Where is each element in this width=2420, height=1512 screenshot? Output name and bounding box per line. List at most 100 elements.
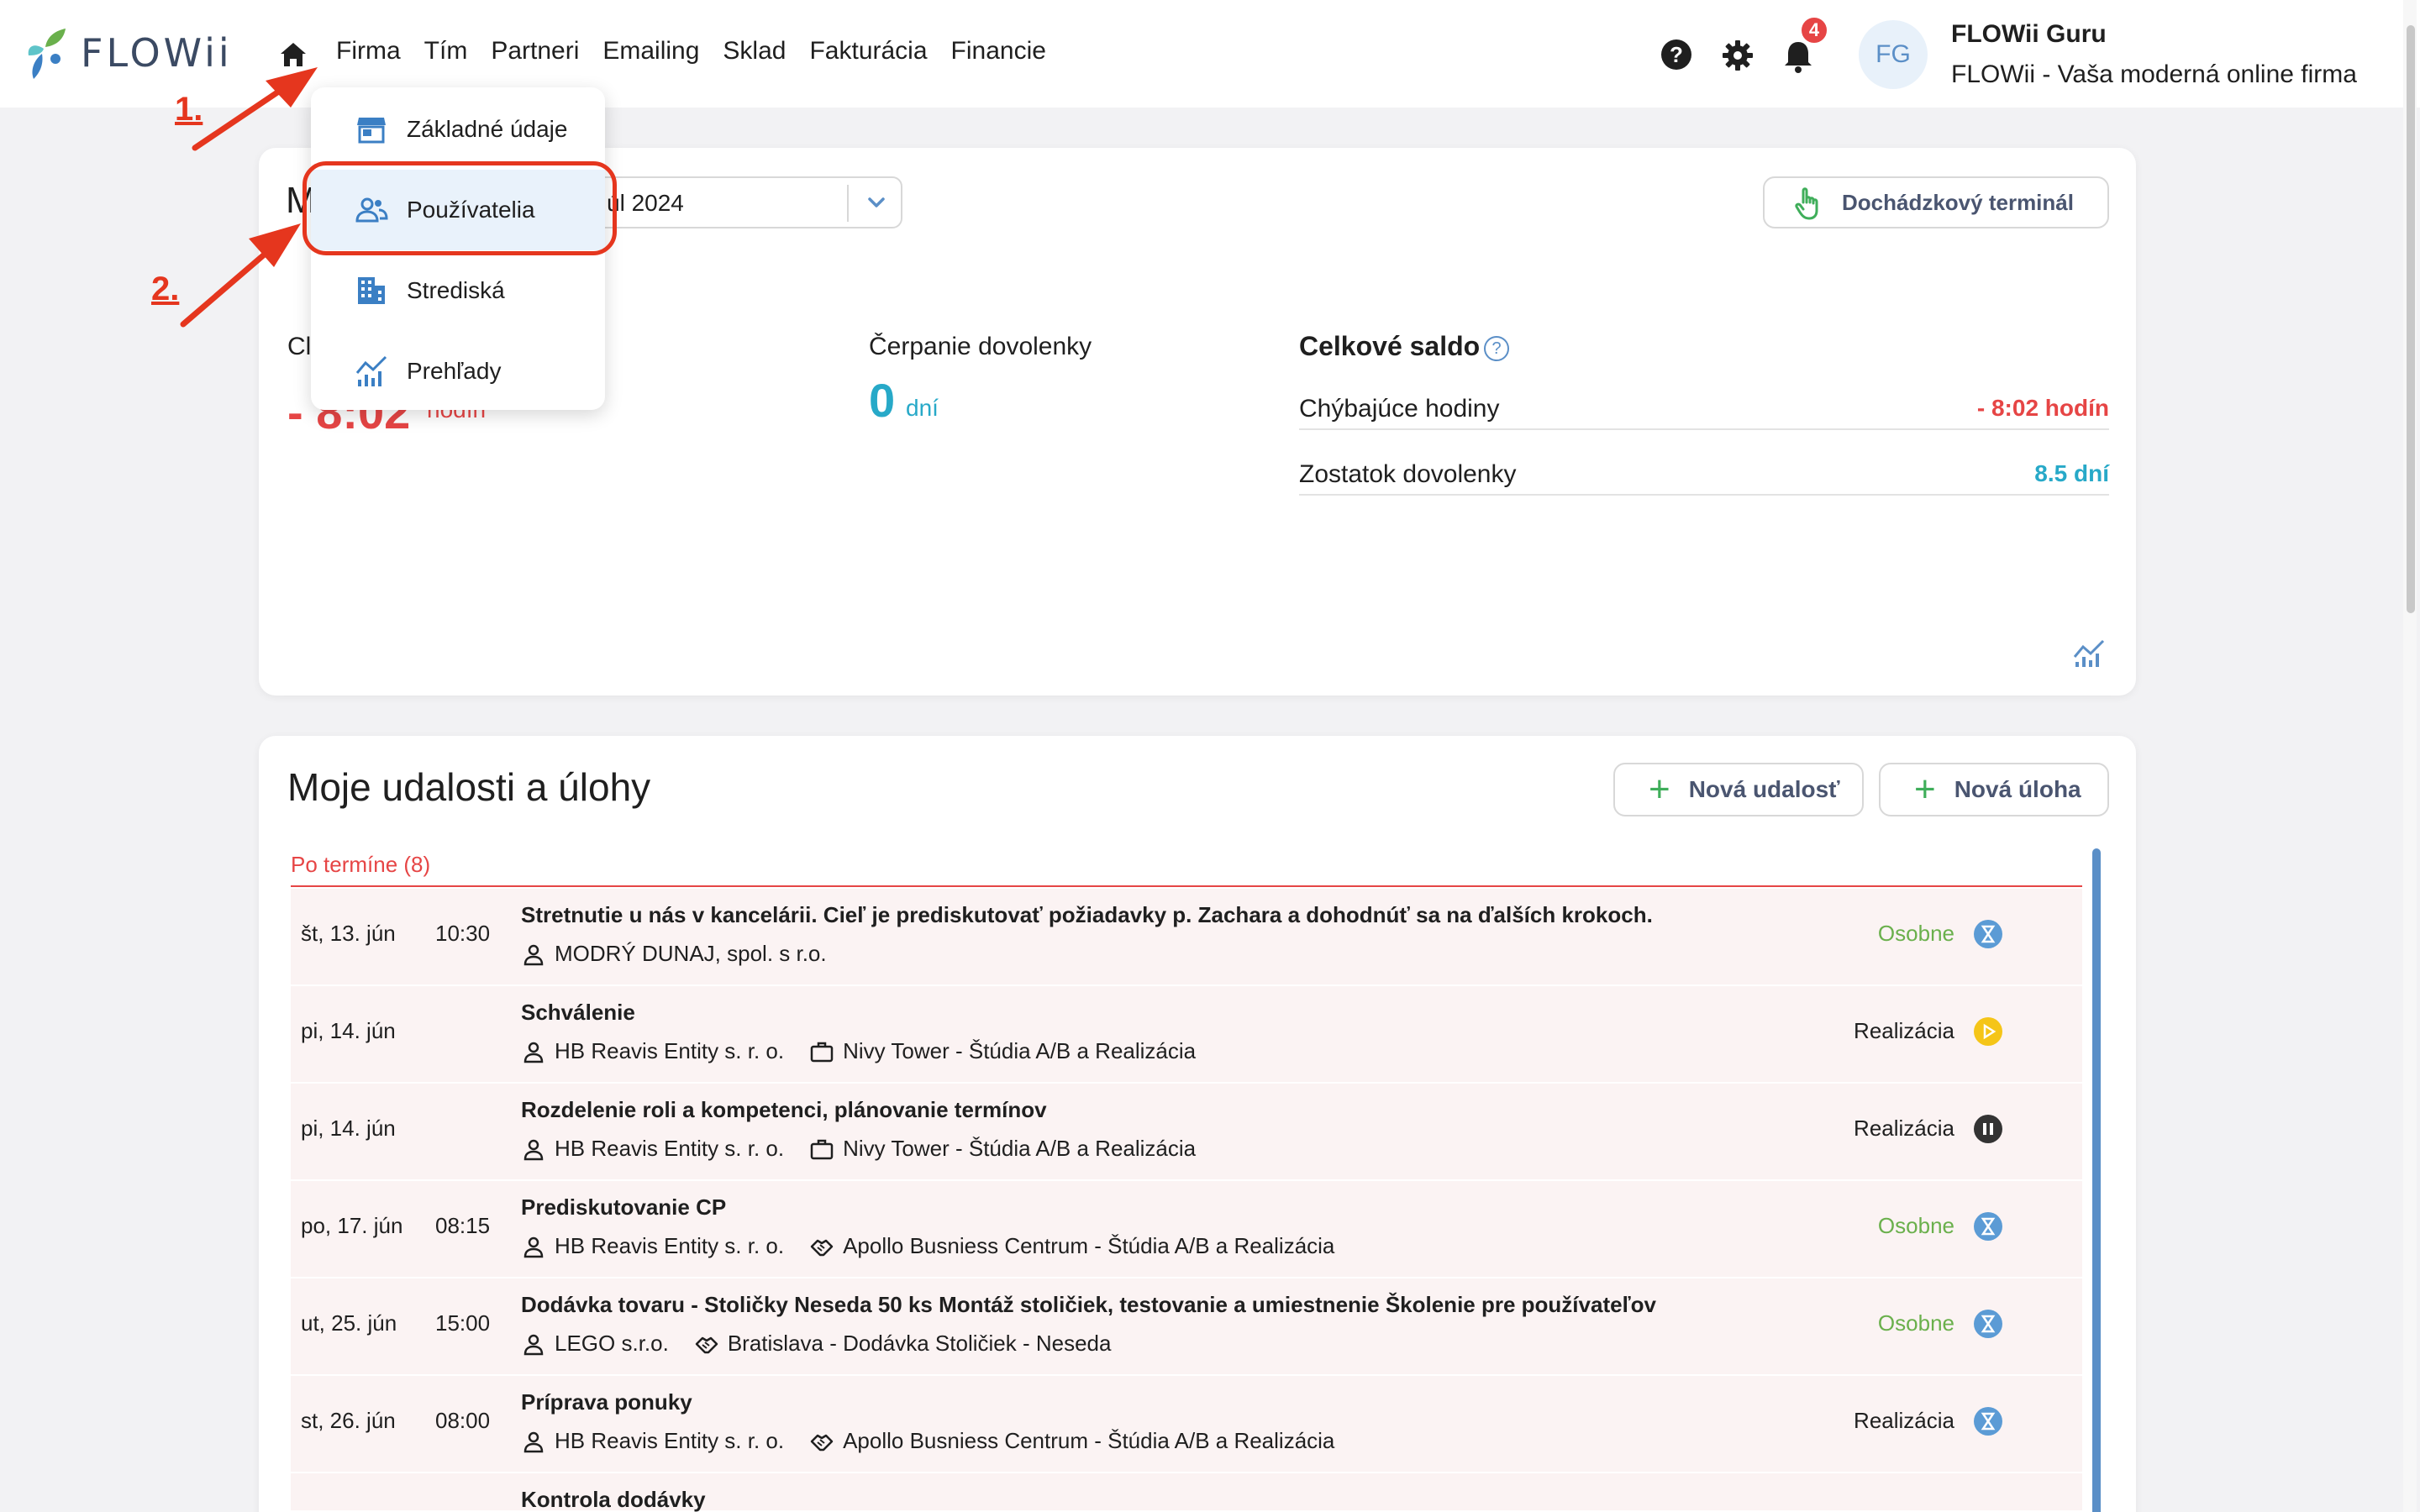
building-icon (358, 277, 385, 304)
event-row[interactable]: po, 17. jún 08:15 Prediskutovanie CP HB … (291, 1181, 2082, 1278)
event-category: Osobne (1877, 1213, 1954, 1238)
brand-name: FLOWii (81, 30, 233, 76)
vacation-used-label: Čerpanie dovolenky (869, 333, 1092, 360)
hourglass-icon[interactable] (1973, 919, 2003, 949)
handshake-icon (810, 1434, 834, 1451)
person-icon (523, 944, 544, 965)
event-person[interactable]: HB Reavis Entity s. r. o. (555, 1038, 784, 1064)
event-title[interactable]: Stretnutie u nás v kancelárii. Cieľ je p… (521, 902, 1653, 928)
event-person[interactable]: HB Reavis Entity s. r. o. (555, 1428, 784, 1454)
person-icon (523, 1139, 544, 1160)
event-title[interactable]: Dodávka tovaru - Stoličky Neseda 50 ks M… (521, 1292, 1656, 1318)
help-circle-icon[interactable]: ? (1484, 336, 1509, 361)
notification-badge: 4 (1799, 15, 1829, 45)
attendance-terminal-button[interactable]: Dochádzkový terminál (1763, 176, 2109, 228)
logo-leaf-icon (28, 29, 66, 79)
event-row[interactable]: st, 26. jún 08:00 Príprava ponuky HB Rea… (291, 1376, 2082, 1473)
nav-tim[interactable]: Tím (424, 37, 468, 66)
event-project[interactable]: Apollo Busniess Centrum - Štúdia A/B a R… (843, 1233, 1334, 1259)
highlight-annotation (302, 161, 617, 255)
briefcase-icon (810, 1139, 834, 1159)
svg-text:?: ? (1670, 42, 1683, 67)
event-meta: MODRÝ DUNAJ, spol. s r.o. (521, 941, 827, 967)
event-category: Osobne (1877, 1310, 1954, 1336)
event-category: Realizácia (1854, 1116, 1954, 1141)
event-row[interactable]: pi, 14. jún Rozdelenie roli a kompetenci… (291, 1084, 2082, 1181)
play-icon[interactable] (1973, 1016, 2003, 1047)
event-category: Osobne (1877, 921, 1954, 946)
pause-icon[interactable] (1973, 1114, 2003, 1144)
person-icon (523, 1042, 544, 1063)
events-scrollbar[interactable] (2092, 848, 2101, 1512)
month-select-value: úl 2024 (607, 190, 684, 216)
event-person[interactable]: MODRÝ DUNAJ, spol. s r.o. (555, 941, 827, 967)
menu-item-label: Základné údaje (407, 116, 568, 142)
page-scrollbar-thumb[interactable] (2407, 25, 2415, 613)
new-event-button[interactable]: + Nová udalosť (1613, 763, 1864, 816)
nav-emailing[interactable]: Emailing (602, 37, 699, 66)
chevron-down-icon[interactable] (864, 190, 889, 215)
event-title[interactable]: Príprava ponuky (521, 1389, 692, 1415)
main-nav: Firma Tím Partneri Emailing Sklad Faktur… (336, 37, 1070, 66)
nav-fakturacia[interactable]: Fakturácia (809, 37, 927, 66)
annotation-step-1: 1. (175, 91, 203, 128)
event-title[interactable]: Prediskutovanie CP (521, 1194, 726, 1221)
person-icon (523, 1334, 544, 1355)
attendance-terminal-label: Dochádzkový terminál (1842, 189, 2074, 215)
event-project[interactable]: Bratislava - Dodávka Stoličiek - Neseda (728, 1331, 1112, 1357)
nav-sklad[interactable]: Sklad (723, 37, 786, 66)
menu-item-basic-info[interactable]: Základné údaje (311, 89, 605, 170)
user-name[interactable]: FLOWii Guru (1951, 20, 2107, 49)
new-event-label: Nová udalosť (1688, 776, 1840, 802)
event-meta: HB Reavis Entity s. r. o. Nivy Tower - Š… (521, 1136, 1196, 1162)
balance-title: Celkové saldo (1299, 331, 1481, 361)
event-date: po, 17. jún (301, 1213, 403, 1238)
overdue-divider (291, 885, 2082, 887)
month-select[interactable]: úl 2024 (588, 176, 902, 228)
new-task-button[interactable]: + Nová úloha (1879, 763, 2109, 816)
event-title[interactable]: Kontrola dodávky (521, 1487, 706, 1512)
help-icon[interactable]: ? (1660, 39, 1692, 71)
vacation-used-unit: dní (906, 395, 939, 421)
hourglass-icon[interactable] (1973, 1406, 2003, 1436)
event-person[interactable]: HB Reavis Entity s. r. o. (555, 1233, 784, 1259)
hourglass-icon[interactable] (1973, 1309, 2003, 1339)
gear-icon[interactable] (1721, 39, 1754, 72)
chart-icon (355, 355, 387, 386)
event-category: Realizácia (1854, 1408, 1954, 1433)
event-category: Realizácia (1854, 1018, 1954, 1043)
hourglass-icon[interactable] (1973, 1211, 2003, 1242)
event-project[interactable]: Nivy Tower - Štúdia A/B a Realizácia (843, 1038, 1196, 1064)
nav-firma[interactable]: Firma (336, 37, 401, 66)
event-project[interactable]: Apollo Busniess Centrum - Štúdia A/B a R… (843, 1428, 1334, 1454)
nav-partneri[interactable]: Partneri (491, 37, 579, 66)
flowii-logo[interactable]: FLOWii (25, 25, 233, 81)
missing-hours-value: - 8:02 hodín (1976, 395, 2109, 421)
home-icon[interactable] (279, 40, 308, 69)
remaining-vacation-value: 8.5 dní (2034, 460, 2109, 486)
menu-item-reports[interactable]: Prehľady (311, 331, 605, 412)
event-row[interactable]: pi, 14. jún Schválenie HB Reavis Entity … (291, 986, 2082, 1084)
plus-icon: + (1649, 769, 1670, 810)
event-row[interactable]: ut, 25. jún 15:00 Dodávka tovaru - Stoli… (291, 1278, 2082, 1376)
event-project[interactable]: Nivy Tower - Štúdia A/B a Realizácia (843, 1136, 1196, 1162)
store-icon (357, 118, 386, 144)
handshake-icon (695, 1336, 718, 1353)
missing-hours-label: Chýbajúce hodiny (1299, 395, 1500, 423)
event-title[interactable]: Schválenie (521, 1000, 635, 1026)
event-row[interactable]: št, 13. jún 10:30 Stretnutie u nás v kan… (291, 889, 2082, 986)
person-icon (523, 1431, 544, 1452)
remaining-vacation-row: Zostatok dovolenky 8.5 dní (1299, 455, 2109, 496)
chart-icon[interactable] (2072, 638, 2106, 669)
avatar[interactable]: FG (1859, 20, 1928, 89)
menu-item-centers[interactable]: Strediská (311, 250, 605, 331)
event-title[interactable]: Rozdelenie roli a kompetenci, plánovanie… (521, 1097, 1047, 1123)
event-person[interactable]: LEGO s.r.o. (555, 1331, 669, 1357)
event-date: pi, 14. jún (301, 1018, 396, 1043)
event-person[interactable]: HB Reavis Entity s. r. o. (555, 1136, 784, 1162)
event-row[interactable]: Kontrola dodávky (291, 1473, 2082, 1512)
user-company: FLOWii - Vaša moderná online firma (1951, 60, 2357, 88)
nav-financie[interactable]: Financie (951, 37, 1046, 66)
month-select-divider (847, 185, 849, 222)
hours-label: Cl (287, 333, 312, 360)
